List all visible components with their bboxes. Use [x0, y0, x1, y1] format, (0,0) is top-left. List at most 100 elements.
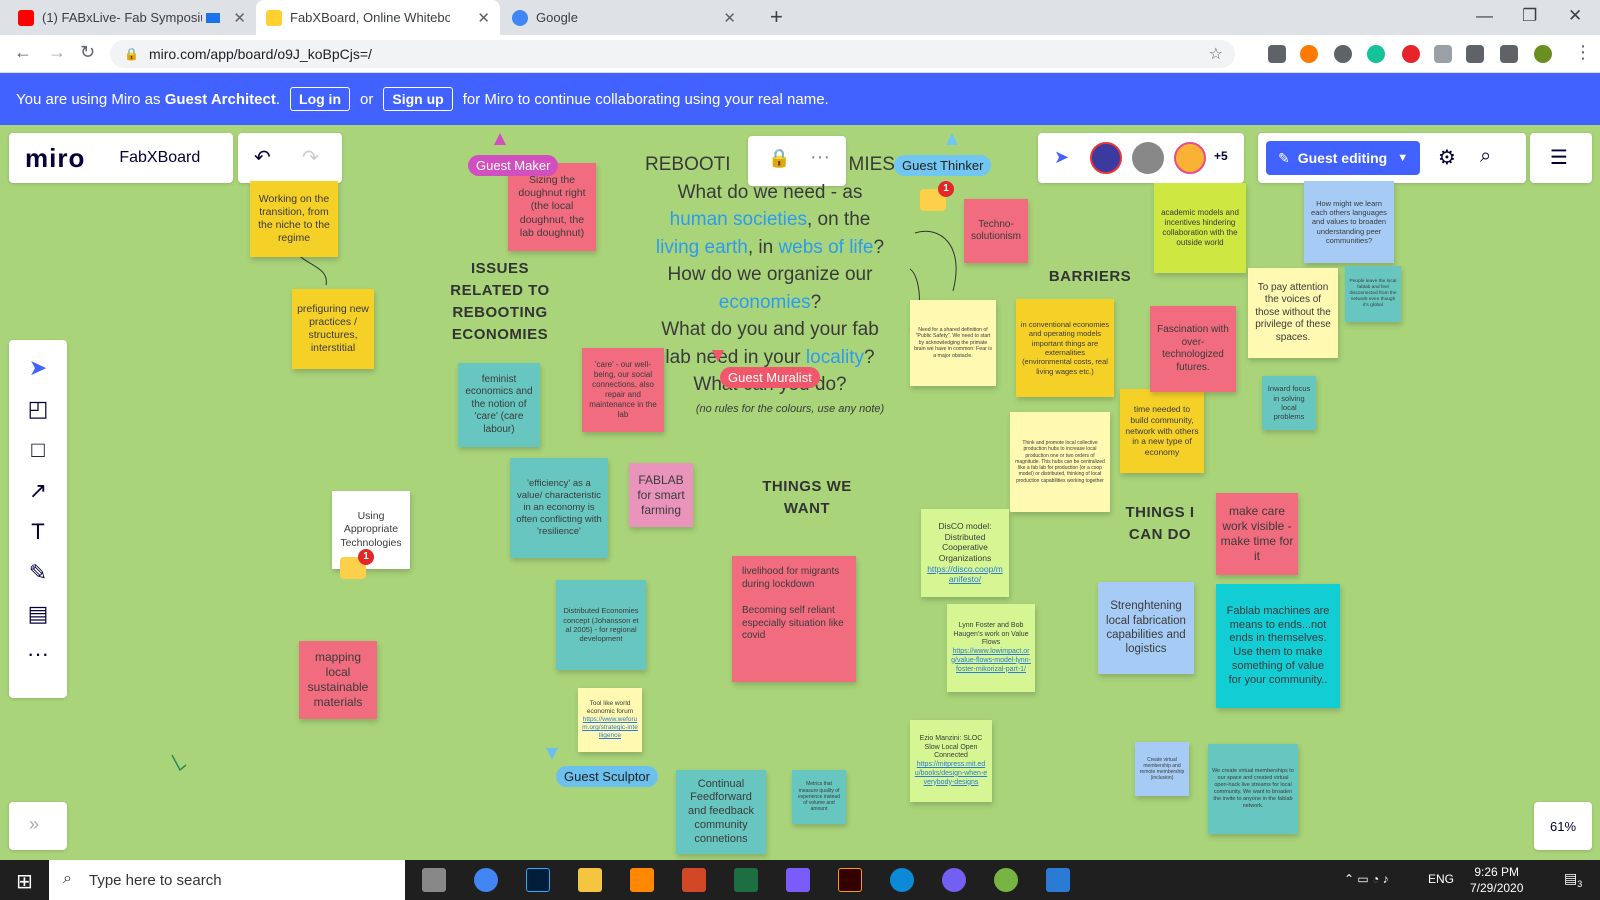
photoshop-icon[interactable] — [526, 868, 550, 892]
sticky-note[interactable]: Create virtual membership and remote mem… — [1135, 742, 1189, 796]
signup-button[interactable]: Sign up — [383, 87, 453, 111]
menu-dots-icon[interactable]: ⋮ — [1574, 42, 1592, 63]
close-tab-icon[interactable]: ✕ — [723, 9, 736, 27]
forward-icon[interactable]: → — [48, 42, 66, 63]
heading-issues[interactable]: ISSUES RELATED TO REBOOTING ECONOMIES — [445, 258, 555, 346]
tab-fabxlive[interactable]: (1) FABxLive- Fab Symposium ✕ — [8, 0, 256, 35]
clock[interactable]: 9:26 PM 7/29/2020 — [1470, 864, 1523, 896]
sticky-note[interactable]: DisCO model: Distributed Cooperative Org… — [921, 509, 1009, 597]
edge-icon[interactable] — [890, 868, 914, 892]
sticky-note[interactable]: Inward focus in solving local problems — [1262, 376, 1316, 430]
sticky-note[interactable]: Fascination with over-technologized futu… — [1150, 306, 1236, 392]
tab-fabxboard[interactable]: FabXBoard, Online Whiteboard fo ✕ — [256, 0, 500, 35]
redo-icon[interactable]: ↷ — [302, 145, 319, 170]
sticky-note[interactable]: academic models and incentives hindering… — [1154, 183, 1246, 273]
task-view-icon[interactable] — [422, 868, 446, 892]
profile-avatar[interactable] — [1534, 45, 1552, 63]
sticky-note[interactable]: We create virtual memberships to our spa… — [1208, 744, 1298, 834]
guest-editing-button[interactable]: ✎ Guest editing ▼ — [1266, 141, 1420, 175]
close-tab-icon[interactable]: ✕ — [233, 9, 246, 27]
sticky-note[interactable]: How might we learn each others languages… — [1304, 181, 1394, 263]
sticky-note[interactable]: Tool like world economic forum https://w… — [578, 688, 642, 752]
heading-barriers[interactable]: BARRIERS — [1040, 266, 1140, 288]
maximize-icon[interactable]: ❐ — [1522, 6, 1537, 26]
utorrent-icon[interactable] — [994, 868, 1018, 892]
extension-icon[interactable] — [1334, 45, 1352, 63]
sticky-note[interactable]: Need for a shared definition of "Public … — [910, 300, 996, 386]
search-icon[interactable]: ⌕ — [1480, 145, 1491, 168]
powerpoint-icon[interactable] — [682, 868, 706, 892]
heading-things-i-can-do[interactable]: THINGS I CAN DO — [1120, 502, 1200, 546]
sticky-note-tool-icon[interactable]: ◰ — [24, 395, 52, 423]
extension-icon[interactable] — [1268, 45, 1286, 63]
back-icon[interactable]: ← — [14, 42, 32, 63]
sticky-note[interactable]: mapping local sustainable materials — [299, 641, 377, 719]
minimize-icon[interactable]: — — [1476, 6, 1493, 26]
sticky-note[interactable]: To pay attention the voices of those wit… — [1248, 268, 1338, 358]
zoom-level[interactable]: 61% — [1534, 802, 1592, 850]
photos-icon[interactable] — [1046, 868, 1070, 892]
reload-icon[interactable]: ↻ — [80, 42, 95, 63]
miro-logo[interactable]: miro — [25, 143, 85, 174]
colour-rules-note[interactable]: (no rules for the colours, use any note) — [680, 403, 900, 415]
sticky-note[interactable]: livelihood for migrants during lockdown … — [732, 556, 856, 682]
notifications-icon[interactable]: ▤3 — [1564, 870, 1582, 889]
vlc-icon[interactable] — [630, 868, 654, 892]
file-explorer-icon[interactable] — [578, 868, 602, 892]
heading-things-we-want[interactable]: THINGS WE WANT — [752, 476, 862, 520]
text-tool-icon[interactable]: T — [24, 518, 52, 546]
viber-icon[interactable] — [942, 868, 966, 892]
extension-icon[interactable] — [1300, 45, 1318, 63]
sticky-note[interactable]: prefiguring new practices / structures, … — [292, 289, 374, 369]
comment-tool-icon[interactable]: ▤ — [24, 600, 52, 628]
sticky-note[interactable]: feminist economics and the notion of 'ca… — [458, 363, 540, 447]
settings-sliders-icon[interactable]: ⚙ — [1438, 145, 1456, 170]
grammarly-icon[interactable] — [1367, 45, 1385, 63]
sticky-note[interactable]: Working on the transition, from the nich… — [250, 181, 338, 257]
windows-start-icon[interactable]: ⊞ — [16, 869, 33, 894]
excel-icon[interactable] — [734, 868, 758, 892]
sticky-note[interactable]: in conventional economies and operating … — [1016, 299, 1114, 397]
board-name[interactable]: FabXBoard — [119, 149, 200, 167]
connector-tool-icon[interactable]: ↗ — [24, 477, 52, 505]
pen-tool-icon[interactable]: ✎ — [24, 559, 52, 587]
note-link[interactable]: https://mitpress.mit.edu/books/design-wh… — [914, 761, 988, 787]
illustrator-icon[interactable] — [838, 868, 862, 892]
sticky-note[interactable]: Lynn Foster and Bob Haugen's work on Val… — [947, 604, 1035, 692]
taskbar-search[interactable]: ⌕ Type here to search — [49, 860, 405, 900]
sticky-note[interactable]: 'care' - our well-being, our social conn… — [582, 348, 664, 432]
sticky-note[interactable]: Metrics that measure quality of experien… — [792, 770, 846, 824]
avatar[interactable] — [1090, 142, 1122, 174]
tab-google[interactable]: Google ✕ — [502, 0, 746, 35]
sticky-note[interactable]: Fablab machines are means to ends...not … — [1216, 584, 1340, 708]
extension-icon[interactable] — [1434, 45, 1452, 63]
select-tool-icon[interactable]: ➤ — [24, 354, 52, 382]
sticky-note[interactable]: Sizing the doughnut right (the local dou… — [508, 163, 596, 251]
close-tab-icon[interactable]: ✕ — [477, 9, 490, 27]
bookmark-star-icon[interactable]: ☆ — [1209, 44, 1223, 64]
puzzle-icon[interactable] — [1466, 45, 1484, 63]
sticky-note[interactable]: Techno-solutionism — [964, 199, 1028, 263]
comment-icon[interactable]: 1 — [340, 549, 374, 579]
shape-tool-icon[interactable]: □ — [24, 436, 52, 464]
sticky-note[interactable]: time needed to build community, network … — [1120, 389, 1204, 473]
sticky-note[interactable]: Distributed Economies concept (Johansson… — [556, 580, 646, 670]
more-collaborators-count[interactable]: +5 — [1214, 149, 1228, 163]
url-field[interactable]: 🔒 miro.com/app/board/o9J_koBpCjs=/ ☆ — [110, 40, 1235, 68]
avatar[interactable] — [1132, 142, 1164, 174]
sticky-note[interactable]: Continual Feedforward and feedback commu… — [676, 770, 766, 854]
chrome-icon[interactable] — [474, 868, 498, 892]
sticky-note[interactable]: make care work visible - make time for i… — [1216, 493, 1298, 575]
comment-icon[interactable]: 1 — [920, 181, 954, 211]
sticky-note[interactable]: Ezio Manzini: SLOC Slow Local Open Conne… — [910, 720, 992, 802]
avatar[interactable] — [1174, 142, 1206, 174]
note-link[interactable]: https://disco.coop/manifesto/ — [925, 564, 1005, 585]
note-link[interactable]: https://www.lowimpact.org/value-flows-mo… — [951, 648, 1031, 674]
extension-icon[interactable] — [1402, 45, 1420, 63]
expand-panel[interactable]: » — [9, 802, 67, 850]
login-button[interactable]: Log in — [290, 87, 351, 111]
sticky-note[interactable]: People leave the local fablab and feel d… — [1345, 266, 1401, 322]
close-window-icon[interactable]: ✕ — [1568, 6, 1582, 26]
note-link[interactable]: https://www.weforum.org/strategic-intell… — [582, 716, 638, 740]
reading-list-icon[interactable] — [1500, 45, 1518, 63]
